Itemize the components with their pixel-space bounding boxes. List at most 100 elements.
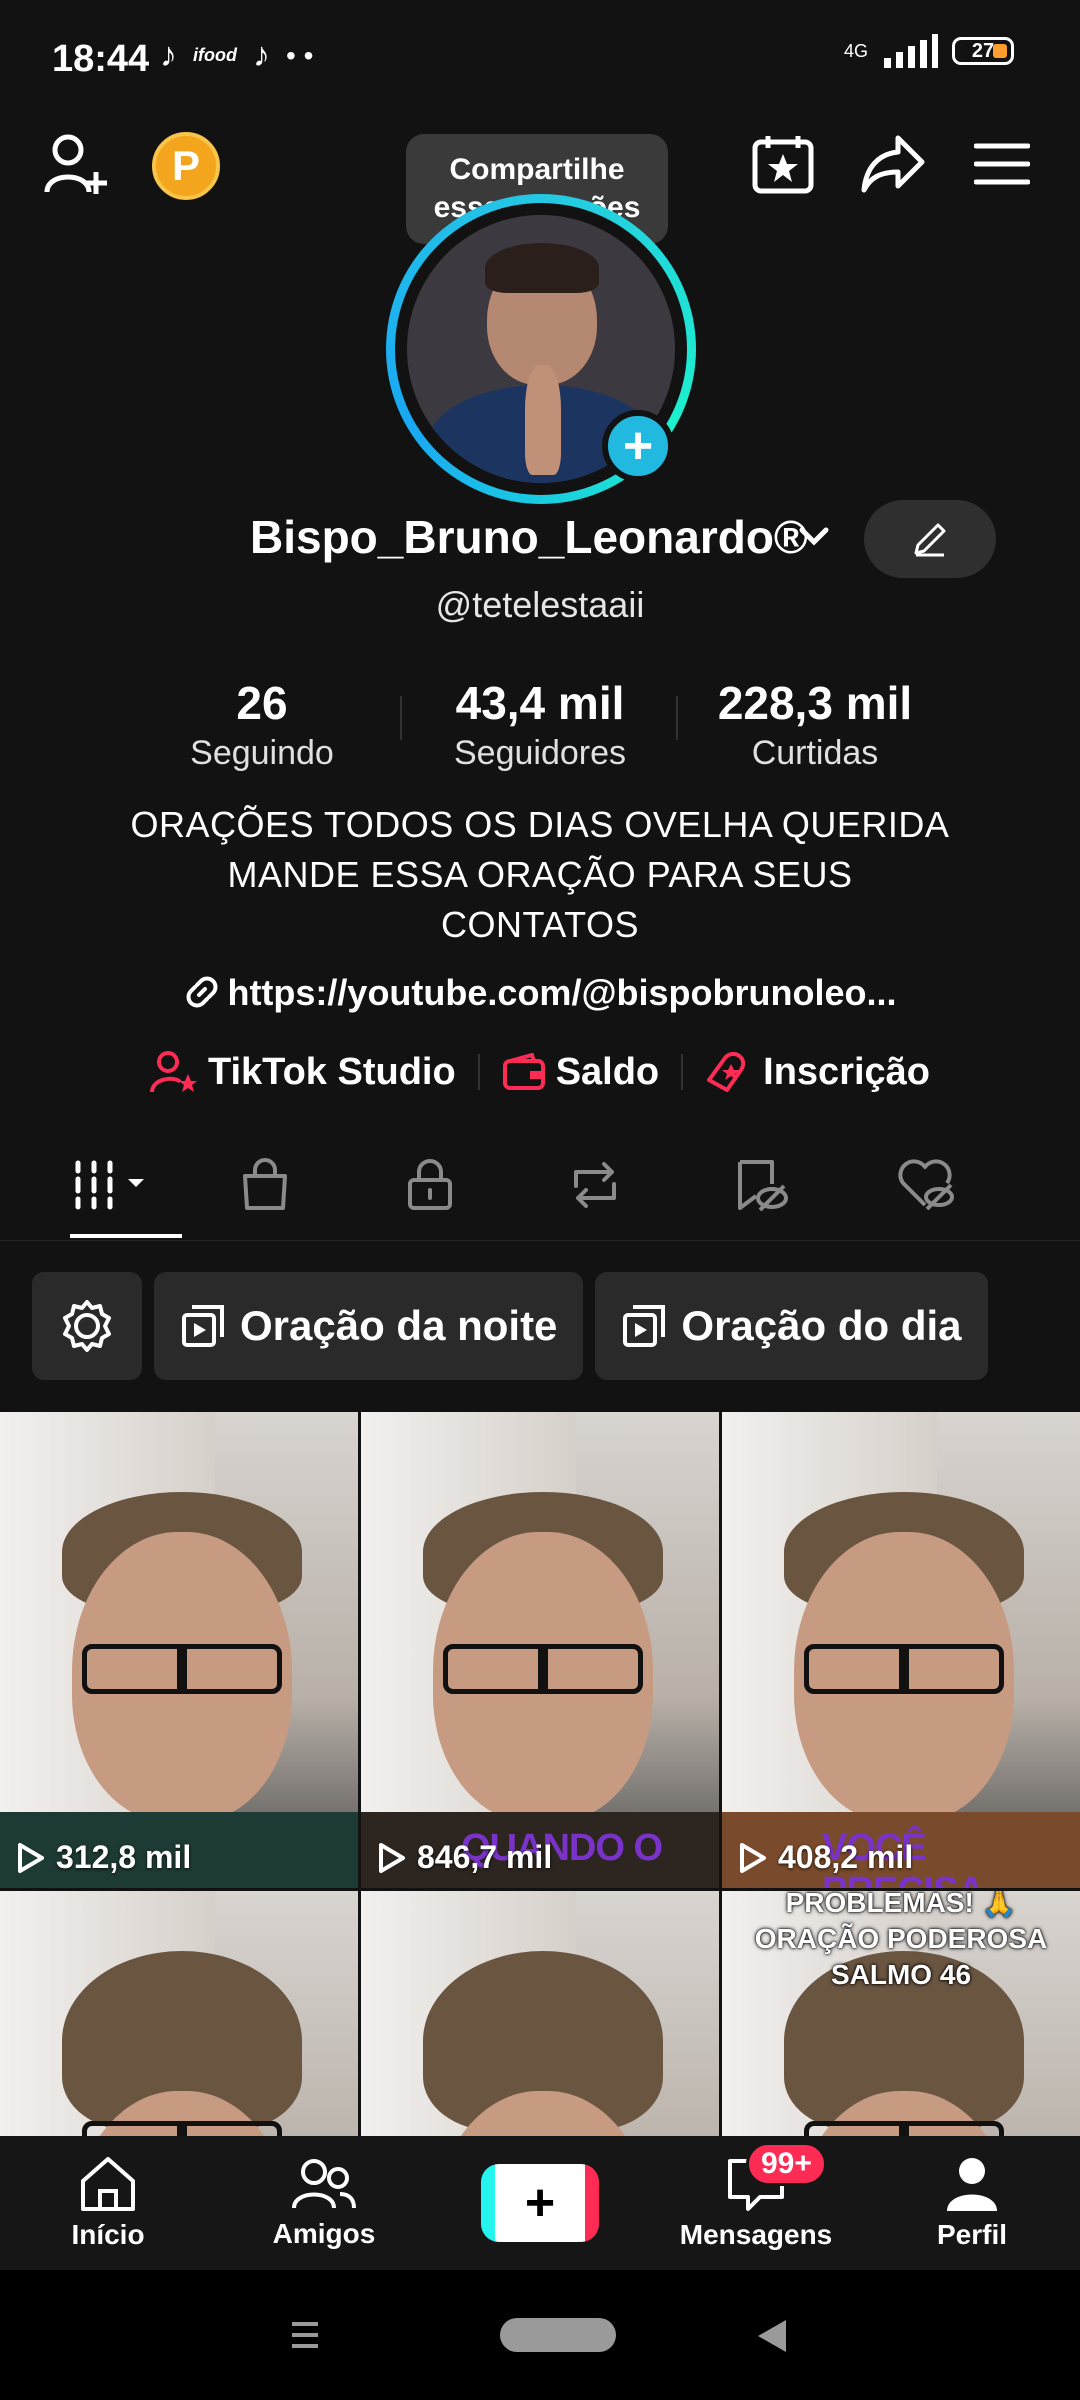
liked-hidden-icon	[897, 1159, 954, 1211]
balance-button[interactable]: Saldo	[480, 1051, 681, 1094]
video-caption-line: ORAÇÃO PODEROSA	[754, 1923, 1048, 1954]
tiktok-studio-button[interactable]: TikTok Studio	[128, 1050, 478, 1094]
playlist-chip[interactable]: Oração do dia	[595, 1272, 988, 1380]
stat-likes-value: 228,3 mil	[717, 677, 913, 729]
active-tab-indicator	[70, 1234, 182, 1238]
view-count-text: 312,8 mil	[56, 1839, 192, 1875]
profile-tabs	[0, 1140, 1080, 1240]
playlist-label: Oração do dia	[681, 1302, 962, 1349]
menu-icon[interactable]	[974, 142, 1030, 186]
video-thumbnail[interactable]: VOCÊ PRECISA 408,2 mil	[722, 1412, 1080, 1888]
add-friend-icon[interactable]	[44, 132, 112, 196]
back-icon[interactable]	[756, 2318, 788, 2354]
tiktok-studio-label: TikTok Studio	[207, 1050, 456, 1093]
stat-likes-label: Curtidas	[751, 734, 879, 772]
profile-icon	[947, 2158, 997, 2211]
tab-shop[interactable]	[182, 1140, 347, 1230]
playlist-chip[interactable]: Oração da noite	[154, 1272, 584, 1380]
tab-reposts[interactable]	[512, 1140, 677, 1230]
home-gesture-pill[interactable]	[500, 2318, 616, 2352]
nav-friends-label: Amigos	[272, 2218, 376, 2249]
messages-badge: 99+	[746, 2142, 827, 2186]
add-story-button[interactable]: +	[602, 410, 674, 482]
tab-favorites[interactable]	[677, 1140, 842, 1230]
view-count: 846,7 mil	[377, 1839, 552, 1876]
profile-handle: @tetelestaaii	[435, 584, 645, 625]
favorites-hidden-icon	[737, 1160, 788, 1212]
create-button[interactable]: +	[481, 2164, 599, 2242]
lock-icon	[407, 1159, 452, 1210]
bio-line: CONTATOS	[440, 904, 639, 945]
status-notification-icons: ♪ ifood ♪ • •	[160, 36, 313, 75]
tab-liked[interactable]	[842, 1140, 1007, 1230]
subscription-label: Inscrição	[763, 1050, 931, 1093]
recent-apps-icon[interactable]	[290, 2320, 320, 2350]
video-caption-line: SALMO 46	[830, 1959, 972, 1990]
subscription-button[interactable]: Inscrição	[683, 1050, 952, 1094]
network-type: 4G	[843, 40, 868, 61]
status-bar: 18:44 ♪ ifood ♪ • • 4G 27	[0, 0, 1080, 110]
pencil-icon	[914, 523, 946, 557]
tab-private[interactable]	[347, 1140, 512, 1230]
view-count-text: 408,2 mil	[778, 1839, 914, 1875]
view-count-text: 846,7 mil	[417, 1839, 553, 1875]
stat-followers-value: 43,4 mil	[455, 677, 625, 729]
link-icon	[186, 976, 218, 1008]
playlist-label: Oração da noite	[240, 1302, 558, 1349]
nav-create[interactable]: +	[432, 2136, 648, 2270]
stat-likes[interactable]: 228,3 mil Curtidas	[690, 676, 940, 773]
subscription-icon	[707, 1051, 746, 1092]
coins-icon[interactable]: P	[152, 132, 220, 200]
status-time: 18:44	[52, 38, 150, 80]
video-thumbnail[interactable]: 312,8 mil	[0, 1412, 358, 1888]
shop-bag-icon	[242, 1158, 287, 1210]
ifood-notif-icon: ifood	[193, 45, 237, 65]
tab-videos[interactable]	[42, 1140, 182, 1230]
coins-letter: P	[171, 142, 200, 189]
chevron-down-icon[interactable]	[796, 518, 832, 554]
stat-following-label: Seguindo	[190, 734, 334, 772]
nav-home[interactable]: Início	[0, 2136, 216, 2270]
signal-icon	[884, 34, 938, 68]
nav-home-label: Início	[71, 2219, 145, 2250]
person-star-icon	[149, 1051, 197, 1093]
nav-friends[interactable]: Amigos	[216, 2136, 432, 2270]
calendar-star-icon[interactable]	[752, 134, 814, 194]
share-icon[interactable]	[860, 134, 926, 194]
bio-line: MANDE ESSA ORAÇÃO PARA SEUS	[227, 854, 853, 895]
playlist-settings-button[interactable]	[32, 1272, 142, 1380]
play-icon	[740, 1842, 766, 1873]
play-icon	[379, 1842, 405, 1873]
video-thumbnail[interactable]: PROBLEMAS! 🙏 ORAÇÃO PODEROSA SALMO 46	[722, 1891, 1080, 2136]
balance-label: Saldo	[555, 1050, 660, 1093]
video-thumbnail[interactable]	[361, 1891, 719, 2136]
video-thumbnail[interactable]: QUANDO O 846,7 mil	[361, 1412, 719, 1888]
stat-followers-label: Seguidores	[453, 734, 626, 772]
stat-following[interactable]: 26 Seguindo	[162, 676, 362, 773]
view-count: 312,8 mil	[16, 1839, 191, 1876]
edit-profile-button[interactable]	[864, 500, 996, 578]
playlist-icon	[623, 1305, 666, 1347]
profile-link[interactable]: https://youtube.com/@bispobrunoleo...	[0, 972, 1080, 1014]
status-right: 4G 27	[844, 34, 1014, 68]
stat-divider	[676, 696, 678, 740]
friends-icon	[292, 2159, 356, 2209]
stat-followers[interactable]: 43,4 mil Seguidores	[420, 676, 660, 773]
playlist-icon	[182, 1305, 224, 1347]
video-grid: 312,8 mil QUANDO O 846,7 mil VOCÊ PRECIS…	[0, 1412, 1080, 2136]
view-count: 408,2 mil	[738, 1839, 913, 1876]
profile-link-text: https://youtube.com/@bispobrunoleo...	[227, 972, 897, 1013]
create-plus: +	[524, 2174, 556, 2232]
bottom-nav: Início Amigos + Mensagens Perfil	[0, 2136, 1080, 2270]
nav-messages-label: Mensagens	[679, 2219, 833, 2250]
video-thumbnail[interactable]	[0, 1891, 358, 2136]
bio-line: ORAÇÕES TODOS OS DIAS OVELHA QUERIDA	[130, 804, 950, 845]
playlist-chips: Oração da noite Oração do dia	[32, 1272, 988, 1380]
tooltip-line1: Compartilhe	[449, 153, 625, 186]
tabs-divider	[0, 1240, 1080, 1241]
gear-icon	[63, 1300, 111, 1352]
nav-profile-label: Perfil	[936, 2219, 1008, 2250]
tiktok-notif-icon-2: ♪	[252, 36, 270, 74]
nav-profile[interactable]: Perfil	[864, 2136, 1080, 2270]
profile-bio: ORAÇÕES TODOS OS DIAS OVELHA QUERIDA MAN…	[60, 800, 1020, 950]
